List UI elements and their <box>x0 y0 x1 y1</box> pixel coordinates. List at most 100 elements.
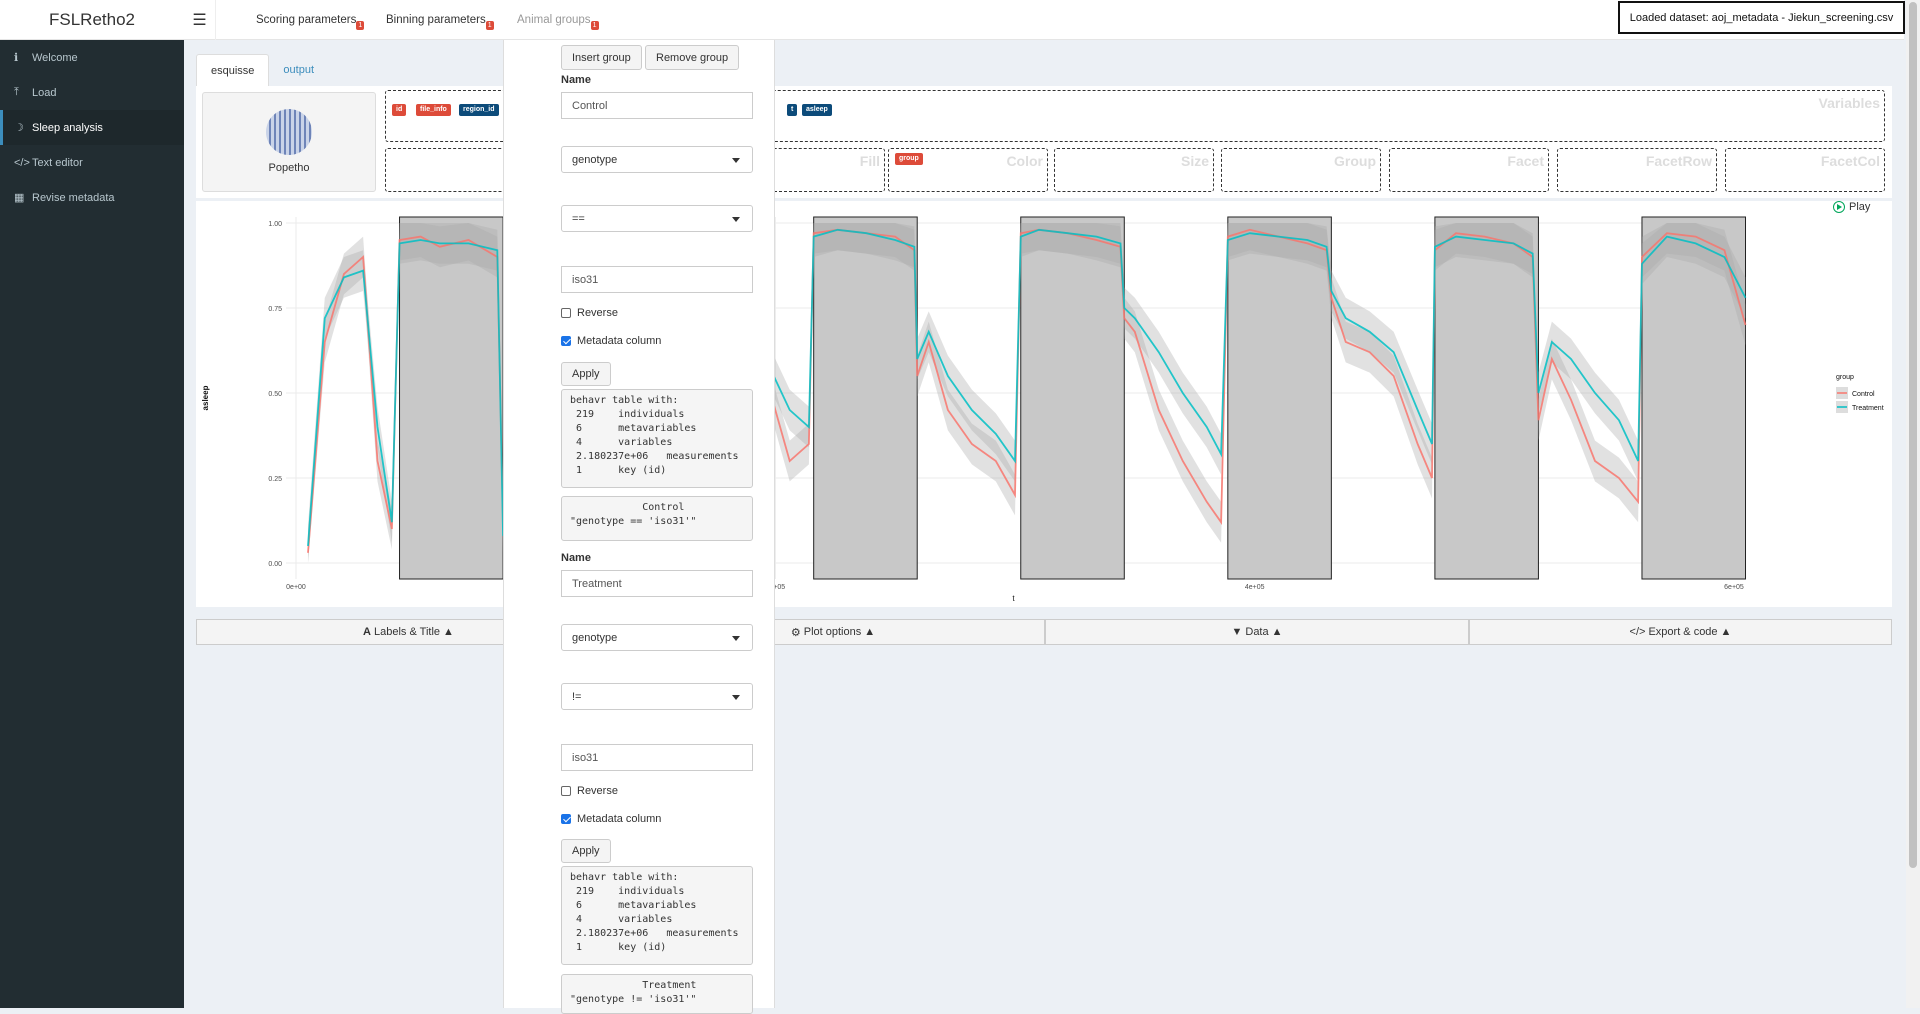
group-name-label: Name <box>561 552 591 564</box>
sidebar-item-load[interactable]: ⤒ Load <box>0 75 184 110</box>
caret-up-icon: ▲ <box>443 626 454 638</box>
variable-chip[interactable]: file_info <box>416 104 451 116</box>
reverse-checkbox[interactable]: Reverse <box>561 785 618 797</box>
variable-chip[interactable]: asleep <box>802 104 832 116</box>
behavr-summary-output: behavr table with: 219 individuals 6 met… <box>561 389 753 488</box>
x-tick-label: 4e+05 <box>1245 584 1265 591</box>
tab-binning-label: Binning parameters <box>386 14 486 26</box>
play-button[interactable]: Play <box>1833 201 1870 213</box>
page-scrollbar[interactable] <box>1906 0 1920 1008</box>
color-dropzone[interactable]: Color group <box>888 148 1048 192</box>
facet-dropzone[interactable]: Facet <box>1389 148 1549 192</box>
checkbox-box[interactable] <box>561 786 571 796</box>
dropzone-label: Facet <box>1507 153 1544 169</box>
legend-title: group <box>1836 374 1854 381</box>
y-tick-label: 1.00 <box>268 221 282 228</box>
info-icon: ℹ <box>14 52 19 64</box>
group-expression-output: Treatment "genotype != 'iso31'" <box>561 974 753 1014</box>
checkbox-label: Reverse <box>577 307 618 319</box>
apply-button[interactable]: Apply <box>561 839 611 863</box>
export-code-button[interactable]: </> Export & code ▲ <box>1469 619 1892 645</box>
insert-group-button[interactable]: Insert group <box>561 45 642 70</box>
scrollbar-thumb[interactable] <box>1909 2 1917 868</box>
esquisse-dragula: Popetho Variables id file_info region_id… <box>196 86 1892 198</box>
caret-up-icon: ▲ <box>1720 626 1732 638</box>
table-icon: ▦ <box>14 192 25 204</box>
y-tick-label: 0.00 <box>268 561 282 568</box>
tab-output[interactable]: output <box>269 54 328 86</box>
variable-chip[interactable]: id <box>392 104 407 116</box>
group-operator-select[interactable]: == <box>561 205 753 232</box>
select-value: != <box>572 690 582 703</box>
play-icon <box>1833 201 1845 213</box>
reverse-checkbox[interactable]: Reverse <box>561 307 618 319</box>
group-chip[interactable]: group <box>895 153 923 165</box>
data-button[interactable]: ▼ Data ▲ <box>1045 619 1469 645</box>
group-name-input[interactable]: Control <box>561 92 753 119</box>
sidebar-item-label: Welcome <box>32 51 78 64</box>
sidebar-toggle-icon[interactable]: ☰ <box>184 0 216 40</box>
font-icon: A <box>363 626 371 638</box>
group-value-input[interactable]: iso31 <box>561 744 753 771</box>
sidebar-item-text-editor[interactable]: </> Text editor <box>0 145 184 180</box>
sidebar-item-label: Text editor <box>32 156 83 169</box>
group-expression-output: Control "genotype == 'iso31'" <box>561 496 753 541</box>
y-tick-label: 0.75 <box>268 306 282 313</box>
variable-chip[interactable]: t <box>787 104 798 116</box>
select-value: genotype <box>572 153 618 166</box>
dark-period-rect <box>813 216 918 580</box>
x-tick-label: 6e+05 <box>1724 584 1744 591</box>
caret-up-icon: ▲ <box>864 626 876 638</box>
variable-chip[interactable]: region_id <box>459 104 499 116</box>
group-operator-select[interactable]: != <box>561 683 753 710</box>
dropzone-label: Variables <box>1818 95 1881 111</box>
x-tick-label: 0e+00 <box>286 584 306 591</box>
metadata-column-checkbox[interactable]: Metadata column <box>561 335 661 347</box>
legend-label: Treatment <box>1852 405 1884 412</box>
checkbox-label: Metadata column <box>577 813 662 825</box>
popetho-label: Popetho <box>268 162 310 174</box>
gears-icon: ⚙ <box>790 626 801 639</box>
app-logo[interactable]: FSLRetho2 <box>0 0 184 40</box>
moon-icon: ☽ <box>14 122 24 134</box>
group-name-input[interactable]: Treatment <box>561 570 753 597</box>
dark-period-rect <box>1434 216 1539 580</box>
tab-binning-parameters[interactable]: Binning parameters 1 <box>386 0 494 40</box>
button-label: Export & code <box>1648 626 1718 638</box>
checkbox-box[interactable] <box>561 308 571 318</box>
facetcol-dropzone[interactable]: FacetCol <box>1725 148 1885 192</box>
dark-period-rect <box>1020 216 1125 580</box>
button-label: Plot options <box>803 626 862 638</box>
checkbox-box[interactable] <box>561 336 571 346</box>
apply-button[interactable]: Apply <box>561 362 611 386</box>
remove-group-button[interactable]: Remove group <box>645 45 740 70</box>
geom-selector[interactable]: Popetho <box>202 92 376 192</box>
sidebar-item-label: Load <box>32 86 57 99</box>
notification-badge: 1 <box>356 21 365 30</box>
group-value-input[interactable]: iso31 <box>561 266 753 293</box>
tab-scoring-label-wrap: Scoring parameters 1 <box>256 14 365 30</box>
tab-scoring-parameters[interactable]: Scoring parameters 1 <box>256 0 365 40</box>
facetrow-dropzone[interactable]: FacetRow <box>1557 148 1717 192</box>
tab-esquisse[interactable]: esquisse <box>196 54 270 86</box>
chevron-down-icon <box>732 217 740 222</box>
notification-badge: 1 <box>590 21 599 30</box>
sidebar-item-sleep-analysis[interactable]: ☽ Sleep analysis <box>0 110 184 145</box>
size-dropzone[interactable]: Size <box>1054 148 1214 192</box>
behavr-summary-output: behavr table with: 219 individuals 6 met… <box>561 866 753 965</box>
tab-animal-groups[interactable]: Animal groups 1 <box>517 0 599 40</box>
metadata-column-checkbox[interactable]: Metadata column <box>561 813 661 825</box>
select-value: genotype <box>572 631 618 644</box>
group-column-select[interactable]: genotype <box>561 624 753 651</box>
sidebar: ℹ Welcome ⤒ Load ☽ Sleep analysis </> Text e… <box>0 40 184 1008</box>
checkbox-label: Metadata column <box>577 335 662 347</box>
button-label: Labels & Title <box>374 626 441 638</box>
sidebar-item-revise-metadata[interactable]: ▦ Revise metadata <box>0 180 184 215</box>
sidebar-item-label: Revise metadata <box>32 191 115 204</box>
group-column-select[interactable]: genotype <box>561 146 753 173</box>
group-dropzone[interactable]: Group <box>1221 148 1381 192</box>
x-axis-label: t <box>1012 594 1015 603</box>
checkbox-box[interactable] <box>561 814 571 824</box>
tab-scoring-label: Scoring parameters <box>256 14 357 26</box>
sidebar-item-welcome[interactable]: ℹ Welcome <box>0 40 184 75</box>
